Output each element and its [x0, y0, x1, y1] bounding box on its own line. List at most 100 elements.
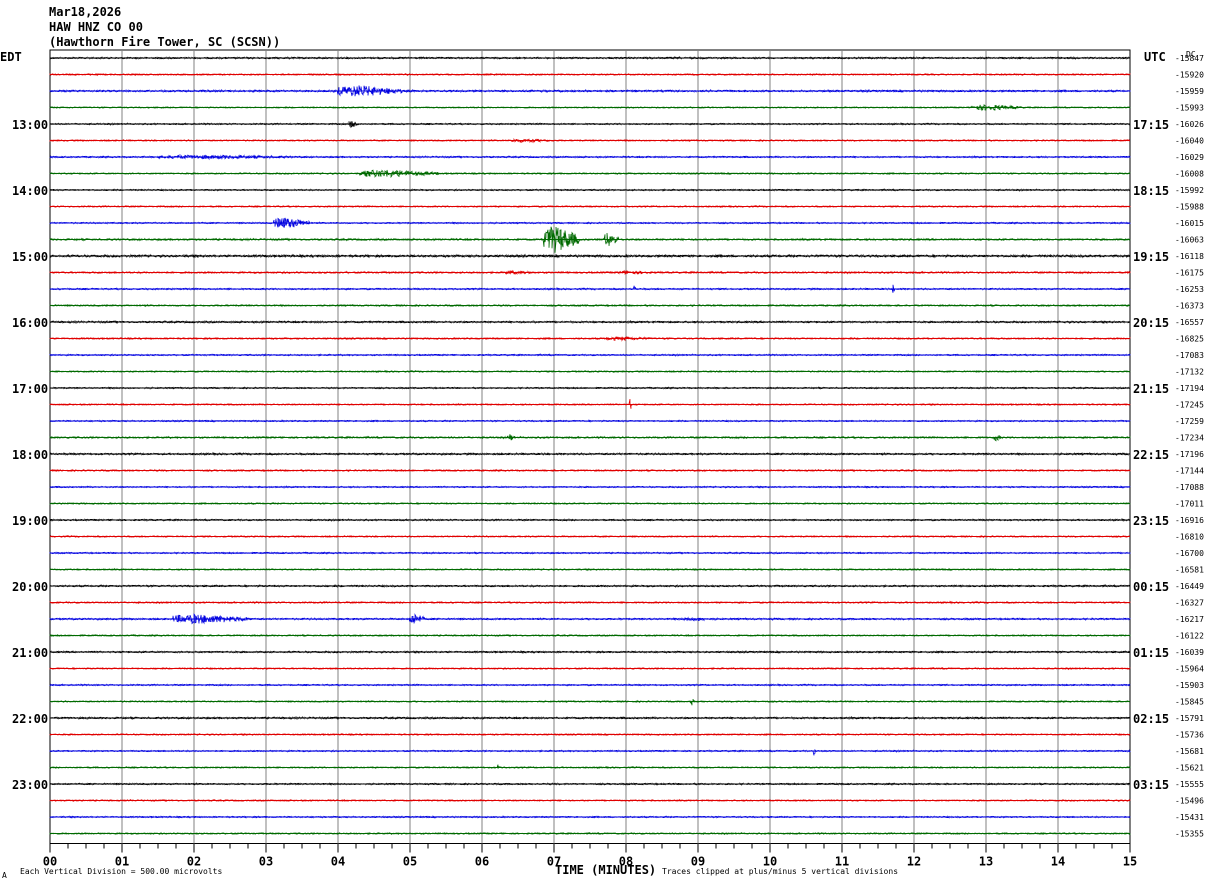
seismic-trace [49, 434, 1131, 442]
dc-offset-value: -15845 [1175, 698, 1204, 707]
dc-offset-value: -15496 [1175, 797, 1204, 806]
dc-offset-labels: -15847 -15920 -15959 -15993 -16026 -16040 -160… [1175, 54, 1204, 839]
time-labels: 13:00 14:00 15:00 16:00 17:00 18:00 19:00 20:00… [12, 118, 1169, 792]
dc-offset-value: -16063 [1175, 236, 1204, 245]
header-date: Mar18,2026 [49, 5, 121, 19]
x-tick-label: 04 [331, 855, 345, 869]
dc-offset-value: -15555 [1175, 780, 1204, 789]
seismogram-traces [49, 56, 1131, 836]
left-hour-label: 16:00 [12, 316, 48, 330]
right-hour-label: 21:15 [1133, 382, 1169, 396]
left-hour-label: 13:00 [12, 118, 48, 132]
seismic-trace [49, 121, 1131, 129]
left-hour-label: 21:00 [12, 646, 48, 660]
right-hour-label: 01:15 [1133, 646, 1169, 660]
right-hour-label: 23:15 [1133, 514, 1169, 528]
dc-offset-value: -15431 [1175, 813, 1204, 822]
dc-offset-value: -16810 [1175, 533, 1204, 542]
seismic-trace [49, 485, 1131, 489]
seismic-trace [49, 748, 1131, 756]
header-channel: HAW HNZ CO 00 [49, 20, 143, 34]
right-hour-label: 02:15 [1133, 712, 1169, 726]
dc-offset-value: -15993 [1175, 104, 1204, 113]
dc-offset-value: -17083 [1175, 351, 1204, 360]
dc-offset-value: -16581 [1175, 566, 1204, 575]
dc-offset-value: -17234 [1175, 434, 1204, 443]
dc-offset-value: -15681 [1175, 747, 1204, 756]
dc-offset-value: -15847 [1175, 54, 1204, 63]
seismic-trace [49, 226, 1131, 253]
dc-offset-value: -16118 [1175, 252, 1204, 261]
left-hour-label: 22:00 [12, 712, 48, 726]
dc-offset-value: -17088 [1175, 483, 1204, 492]
right-timezone-label: UTC [1144, 50, 1166, 64]
grid-lines [49, 49, 1131, 844]
x-tick-label: 12 [907, 855, 921, 869]
dc-offset-value: -17144 [1175, 467, 1204, 476]
dc-offset-value: -16916 [1175, 516, 1204, 525]
dc-offset-value: -16040 [1175, 137, 1204, 146]
right-hour-label: 00:15 [1133, 580, 1169, 594]
right-hour-label: 17:15 [1133, 118, 1169, 132]
dc-offset-value: -16039 [1175, 648, 1204, 657]
footer-scale-note: Each Vertical Division = 500.00 microvol… [20, 867, 222, 876]
left-hour-label: 17:00 [12, 382, 48, 396]
seismic-trace [49, 336, 1131, 342]
x-tick-label: 15 [1123, 855, 1137, 869]
dc-offset-value: -15621 [1175, 764, 1204, 773]
dc-offset-value: -16700 [1175, 549, 1204, 558]
dc-offset-value: -15736 [1175, 731, 1204, 740]
left-hour-label: 18:00 [12, 448, 48, 462]
dc-offset-value: -16825 [1175, 335, 1204, 344]
dc-offset-value: -16008 [1175, 170, 1204, 179]
dc-offset-value: -16217 [1175, 615, 1204, 624]
seismic-trace [49, 253, 1131, 259]
right-hour-label: 20:15 [1133, 316, 1169, 330]
x-tick-label: 14 [1051, 855, 1065, 869]
left-hour-label: 20:00 [12, 580, 48, 594]
plot-frame [49, 49, 1131, 844]
dc-offset-value: -15988 [1175, 203, 1204, 212]
seismic-trace [49, 698, 1131, 706]
helicorder-chart: Mar18,2026 HAW HNZ CO 00 (Hawthorn Fire … [0, 5, 1204, 880]
dc-offset-value: -17259 [1175, 417, 1204, 426]
seismic-trace [49, 269, 1131, 275]
left-timezone-label: EDT [0, 50, 22, 64]
dc-offset-value: -16175 [1175, 269, 1204, 278]
dc-offset-value: -16029 [1175, 153, 1204, 162]
right-hour-label: 18:15 [1133, 184, 1169, 198]
right-hour-label: 03:15 [1133, 778, 1169, 792]
dc-offset-value: -17194 [1175, 384, 1204, 393]
dc-offset-value: -16015 [1175, 219, 1204, 228]
left-hour-label: 19:00 [12, 514, 48, 528]
x-axis-title: TIME (MINUTES) [555, 863, 656, 877]
dc-offset-value: -15992 [1175, 186, 1204, 195]
dc-offset-value: -17011 [1175, 500, 1204, 509]
seismic-trace [49, 153, 1131, 161]
dc-offset-value: -16373 [1175, 302, 1204, 311]
seismic-trace [49, 650, 1131, 654]
seismic-trace [49, 399, 1131, 409]
seismic-trace [49, 831, 1131, 836]
seismic-trace [49, 633, 1131, 638]
dc-offset-value: -17245 [1175, 401, 1204, 410]
dc-offset-value: -15791 [1175, 714, 1204, 723]
dc-offset-value: -15920 [1175, 71, 1204, 80]
footer-mark: A [2, 871, 7, 880]
dc-offset-value: -16449 [1175, 582, 1204, 591]
left-hour-label: 14:00 [12, 184, 48, 198]
dc-offset-value: -16253 [1175, 285, 1204, 294]
seismic-trace [49, 419, 1131, 423]
seismic-trace [49, 613, 1131, 625]
dc-offset-value: -16557 [1175, 318, 1204, 327]
dc-offset-value: -15964 [1175, 665, 1204, 674]
dc-offset-value: -16026 [1175, 120, 1204, 129]
dc-offset-value: -16122 [1175, 632, 1204, 641]
dc-offset-value: -15903 [1175, 681, 1204, 690]
right-hour-label: 19:15 [1133, 250, 1169, 264]
x-tick-label: 06 [475, 855, 489, 869]
x-tick-label: 03 [259, 855, 273, 869]
dc-offset-value: -15355 [1175, 830, 1204, 839]
seismic-trace [49, 284, 1131, 293]
dc-offset-value: -17132 [1175, 368, 1204, 377]
